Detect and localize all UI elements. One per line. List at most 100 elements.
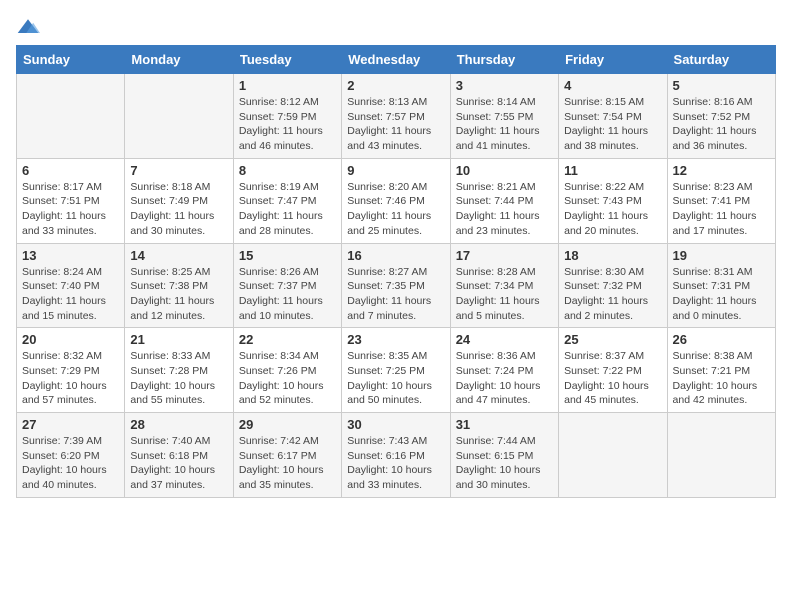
calendar-cell [17, 74, 125, 159]
day-number: 6 [22, 163, 119, 178]
calendar-cell [125, 74, 233, 159]
calendar-cell: 9 Sunrise: 8:20 AM Sunset: 7:46 PM Daylig… [342, 158, 450, 243]
day-number: 4 [564, 78, 661, 93]
calendar-cell: 2 Sunrise: 8:13 AM Sunset: 7:57 PM Daylig… [342, 74, 450, 159]
day-detail: Sunrise: 8:23 AM Sunset: 7:41 PM Dayligh… [673, 180, 770, 239]
calendar-cell: 1 Sunrise: 8:12 AM Sunset: 7:59 PM Daylig… [233, 74, 341, 159]
calendar-cell: 19 Sunrise: 8:31 AM Sunset: 7:31 PM Dayli… [667, 243, 775, 328]
weekday-header-thursday: Thursday [450, 46, 558, 74]
calendar-cell: 10Sunrise: 8:21 AM Sunset: 7:44 PM Dayli… [450, 158, 558, 243]
calendar-cell: 17 Sunrise: 8:28 AM Sunset: 7:34 PM Dayli… [450, 243, 558, 328]
day-detail: Sunrise: 8:28 AM Sunset: 7:34 PM Dayligh… [456, 265, 553, 324]
calendar-cell: 14 Sunrise: 8:25 AM Sunset: 7:38 PM Dayli… [125, 243, 233, 328]
day-detail: Sunrise: 8:27 AM Sunset: 7:35 PM Dayligh… [347, 265, 444, 324]
day-number: 23 [347, 332, 444, 347]
day-detail: Sunrise: 8:25 AM Sunset: 7:38 PM Dayligh… [130, 265, 227, 324]
calendar-cell: 11 Sunrise: 8:22 AM Sunset: 7:43 PM Dayli… [559, 158, 667, 243]
calendar-cell: 18Sunrise: 8:30 AM Sunset: 7:32 PM Dayli… [559, 243, 667, 328]
day-number: 10 [456, 163, 553, 178]
weekday-header-friday: Friday [559, 46, 667, 74]
day-number: 17 [456, 248, 553, 263]
calendar-cell: 13 Sunrise: 8:24 AM Sunset: 7:40 PM Dayli… [17, 243, 125, 328]
header [16, 16, 776, 37]
day-number: 20 [22, 332, 119, 347]
logo-icon [16, 17, 40, 37]
day-detail: Sunrise: 8:16 AM Sunset: 7:52 PM Dayligh… [673, 95, 770, 154]
week-row-5: 27Sunrise: 7:39 AM Sunset: 6:20 PM Dayli… [17, 413, 776, 498]
day-number: 3 [456, 78, 553, 93]
day-number: 29 [239, 417, 336, 432]
calendar-table: SundayMondayTuesdayWednesdayThursdayFrid… [16, 45, 776, 498]
calendar-cell: 22 Sunrise: 8:34 AM Sunset: 7:26 PM Dayli… [233, 328, 341, 413]
day-number: 9 [347, 163, 444, 178]
calendar-cell: 31 Sunrise: 7:44 AM Sunset: 6:15 PM Dayli… [450, 413, 558, 498]
day-detail: Sunrise: 8:18 AM Sunset: 7:49 PM Dayligh… [130, 180, 227, 239]
weekday-header-sunday: Sunday [17, 46, 125, 74]
day-detail: Sunrise: 8:37 AM Sunset: 7:22 PM Dayligh… [564, 349, 661, 408]
day-detail: Sunrise: 8:14 AM Sunset: 7:55 PM Dayligh… [456, 95, 553, 154]
weekday-header-row: SundayMondayTuesdayWednesdayThursdayFrid… [17, 46, 776, 74]
day-number: 16 [347, 248, 444, 263]
day-detail: Sunrise: 8:31 AM Sunset: 7:31 PM Dayligh… [673, 265, 770, 324]
day-number: 12 [673, 163, 770, 178]
weekday-header-tuesday: Tuesday [233, 46, 341, 74]
calendar-cell: 4 Sunrise: 8:15 AM Sunset: 7:54 PM Daylig… [559, 74, 667, 159]
day-number: 7 [130, 163, 227, 178]
calendar-cell: 20Sunrise: 8:32 AM Sunset: 7:29 PM Dayli… [17, 328, 125, 413]
day-detail: Sunrise: 8:19 AM Sunset: 7:47 PM Dayligh… [239, 180, 336, 239]
day-number: 5 [673, 78, 770, 93]
day-number: 25 [564, 332, 661, 347]
day-detail: Sunrise: 8:33 AM Sunset: 7:28 PM Dayligh… [130, 349, 227, 408]
day-detail: Sunrise: 8:12 AM Sunset: 7:59 PM Dayligh… [239, 95, 336, 154]
day-detail: Sunrise: 8:26 AM Sunset: 7:37 PM Dayligh… [239, 265, 336, 324]
day-detail: Sunrise: 7:43 AM Sunset: 6:16 PM Dayligh… [347, 434, 444, 493]
day-number: 26 [673, 332, 770, 347]
day-detail: Sunrise: 8:22 AM Sunset: 7:43 PM Dayligh… [564, 180, 661, 239]
day-number: 2 [347, 78, 444, 93]
calendar-cell: 24 Sunrise: 8:36 AM Sunset: 7:24 PM Dayli… [450, 328, 558, 413]
day-number: 15 [239, 248, 336, 263]
day-number: 28 [130, 417, 227, 432]
day-detail: Sunrise: 8:36 AM Sunset: 7:24 PM Dayligh… [456, 349, 553, 408]
day-number: 1 [239, 78, 336, 93]
day-detail: Sunrise: 8:38 AM Sunset: 7:21 PM Dayligh… [673, 349, 770, 408]
day-detail: Sunrise: 7:44 AM Sunset: 6:15 PM Dayligh… [456, 434, 553, 493]
week-row-1: 1 Sunrise: 8:12 AM Sunset: 7:59 PM Daylig… [17, 74, 776, 159]
calendar-cell: 8 Sunrise: 8:19 AM Sunset: 7:47 PM Daylig… [233, 158, 341, 243]
day-detail: Sunrise: 8:20 AM Sunset: 7:46 PM Dayligh… [347, 180, 444, 239]
calendar-cell: 15 Sunrise: 8:26 AM Sunset: 7:37 PM Dayli… [233, 243, 341, 328]
day-number: 24 [456, 332, 553, 347]
day-number: 13 [22, 248, 119, 263]
calendar-cell: 21 Sunrise: 8:33 AM Sunset: 7:28 PM Dayli… [125, 328, 233, 413]
calendar-cell: 12 Sunrise: 8:23 AM Sunset: 7:41 PM Dayli… [667, 158, 775, 243]
day-number: 8 [239, 163, 336, 178]
calendar-cell: 6 Sunrise: 8:17 AM Sunset: 7:51 PM Daylig… [17, 158, 125, 243]
day-number: 14 [130, 248, 227, 263]
calendar-cell: 5 Sunrise: 8:16 AM Sunset: 7:52 PM Daylig… [667, 74, 775, 159]
day-number: 18 [564, 248, 661, 263]
calendar-cell: 29Sunrise: 7:42 AM Sunset: 6:17 PM Dayli… [233, 413, 341, 498]
day-detail: Sunrise: 7:39 AM Sunset: 6:20 PM Dayligh… [22, 434, 119, 493]
week-row-4: 20Sunrise: 8:32 AM Sunset: 7:29 PM Dayli… [17, 328, 776, 413]
day-number: 21 [130, 332, 227, 347]
weekday-header-saturday: Saturday [667, 46, 775, 74]
calendar-cell [559, 413, 667, 498]
day-detail: Sunrise: 8:15 AM Sunset: 7:54 PM Dayligh… [564, 95, 661, 154]
calendar-cell: 7 Sunrise: 8:18 AM Sunset: 7:49 PM Daylig… [125, 158, 233, 243]
day-number: 30 [347, 417, 444, 432]
week-row-3: 13 Sunrise: 8:24 AM Sunset: 7:40 PM Dayli… [17, 243, 776, 328]
day-detail: Sunrise: 8:24 AM Sunset: 7:40 PM Dayligh… [22, 265, 119, 324]
day-number: 11 [564, 163, 661, 178]
calendar-cell: 16 Sunrise: 8:27 AM Sunset: 7:35 PM Dayli… [342, 243, 450, 328]
calendar-cell [667, 413, 775, 498]
weekday-header-wednesday: Wednesday [342, 46, 450, 74]
day-detail: Sunrise: 8:13 AM Sunset: 7:57 PM Dayligh… [347, 95, 444, 154]
calendar-cell: 26 Sunrise: 8:38 AM Sunset: 7:21 PM Dayli… [667, 328, 775, 413]
day-number: 22 [239, 332, 336, 347]
day-detail: Sunrise: 8:17 AM Sunset: 7:51 PM Dayligh… [22, 180, 119, 239]
calendar-cell: 30 Sunrise: 7:43 AM Sunset: 6:16 PM Dayli… [342, 413, 450, 498]
day-number: 19 [673, 248, 770, 263]
day-number: 31 [456, 417, 553, 432]
day-detail: Sunrise: 8:34 AM Sunset: 7:26 PM Dayligh… [239, 349, 336, 408]
week-row-2: 6 Sunrise: 8:17 AM Sunset: 7:51 PM Daylig… [17, 158, 776, 243]
